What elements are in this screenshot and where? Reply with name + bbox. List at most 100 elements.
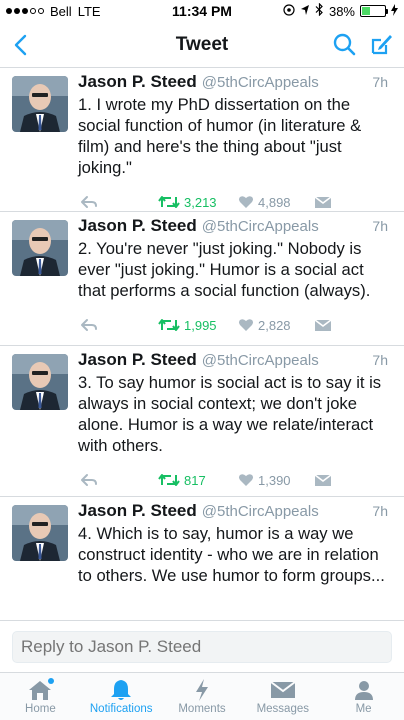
tweet-author-handle[interactable]: @5thCircAppeals — [202, 503, 319, 520]
retweet-icon — [158, 319, 180, 331]
direct-message-button[interactable] — [314, 473, 338, 487]
tweet-thread: Jason P. Steed @5thCircAppeals 7h 1. I w… — [0, 68, 404, 620]
person-icon — [350, 678, 378, 702]
heart-icon — [239, 196, 253, 208]
tweet[interactable]: Jason P. Steed @5thCircAppeals 7h 4. Whi… — [0, 497, 404, 620]
page-title: Tweet — [175, 33, 229, 55]
tweet[interactable]: Jason P. Steed @5thCircAppeals 7h 1. I w… — [0, 68, 404, 212]
reply-bar — [0, 620, 404, 672]
tab-label: Me — [355, 703, 372, 715]
tab-messages[interactable]: Messages — [242, 673, 323, 720]
tweet-text: 1. I wrote my PhD dissertation on the so… — [78, 95, 362, 177]
battery-icon — [360, 5, 388, 17]
network-type: LTE — [77, 3, 101, 19]
tweet-timestamp: 7h — [372, 74, 388, 90]
reply-icon — [81, 319, 97, 331]
tweet[interactable]: Jason P. Steed @5thCircAppeals 7h 2. You… — [0, 212, 404, 346]
retweet-count: 817 — [184, 472, 206, 488]
avatar[interactable] — [12, 220, 68, 276]
tweet-header: Jason P. Steed @5thCircAppeals 7h — [78, 350, 388, 372]
tab-moments[interactable]: Moments — [162, 673, 243, 720]
avatar[interactable] — [12, 354, 68, 410]
tweet-author-handle[interactable]: @5thCircAppeals — [202, 218, 319, 235]
tweet-author-name[interactable]: Jason P. Steed — [78, 501, 197, 521]
tab-label: Messages — [256, 703, 309, 715]
tweet-text: 2. You're never "just joking." Nobody is… — [78, 239, 371, 300]
charging-icon — [391, 3, 398, 19]
bluetooth-icon — [315, 2, 324, 19]
tweet-author-name[interactable]: Jason P. Steed — [78, 72, 197, 92]
tab-notifications[interactable]: Notifications — [81, 673, 162, 720]
tweet-header: Jason P. Steed @5thCircAppeals 7h — [78, 216, 388, 238]
like-button[interactable]: 4,898 — [238, 195, 314, 210]
envelope-icon — [314, 195, 332, 208]
home-new-indicator — [48, 678, 55, 684]
like-count: 2,828 — [258, 317, 291, 333]
bell-icon — [107, 678, 135, 702]
tab-bar: Home Notifications Moments Messages Me — [0, 672, 404, 720]
envelope-icon — [314, 318, 332, 331]
reply-icon — [81, 196, 97, 208]
chevron-left-icon — [14, 34, 27, 56]
tab-label: Notifications — [89, 703, 153, 715]
heart-icon — [239, 319, 253, 331]
status-bar: Bell LTE 11:34 PM 38% — [0, 0, 404, 22]
signal-strength-icon — [6, 8, 44, 14]
reply-button[interactable] — [78, 473, 158, 487]
tab-me[interactable]: Me — [323, 673, 404, 720]
like-button[interactable]: 1,390 — [238, 473, 314, 488]
battery-fill — [362, 7, 371, 15]
reply-input[interactable] — [12, 630, 392, 663]
retweet-button[interactable]: 3,213 — [158, 195, 238, 210]
envelope-icon — [314, 473, 332, 486]
envelope-icon — [269, 678, 297, 702]
navigation-arrow-icon — [300, 4, 310, 19]
tab-home[interactable]: Home — [0, 673, 81, 720]
direct-message-button[interactable] — [314, 195, 338, 209]
home-icon — [26, 678, 55, 702]
tweet-header: Jason P. Steed @5thCircAppeals 7h — [78, 501, 388, 523]
tweet-actions: 1,995 2,828 — [78, 307, 388, 343]
retweet-icon — [158, 196, 180, 208]
tweet-author-name[interactable]: Jason P. Steed — [78, 216, 197, 236]
tweet-author-handle[interactable]: @5thCircAppeals — [202, 74, 319, 91]
battery-percent: 38% — [328, 3, 355, 19]
retweet-count: 3,213 — [184, 194, 217, 210]
carrier-name: Bell — [50, 3, 72, 19]
retweet-button[interactable]: 1,995 — [158, 318, 238, 333]
avatar[interactable] — [12, 76, 68, 132]
reply-icon — [81, 474, 97, 486]
like-count: 4,898 — [258, 194, 291, 210]
search-icon[interactable] — [332, 32, 356, 56]
nav-actions — [332, 32, 394, 56]
navigation-bar: Tweet — [0, 22, 404, 68]
tab-label: Home — [25, 703, 56, 715]
retweet-icon — [158, 474, 180, 486]
tweet-text: 4. Which is to say, humor is a way we co… — [78, 524, 385, 585]
like-button[interactable]: 2,828 — [238, 318, 314, 333]
tab-label: Moments — [178, 703, 226, 715]
tweet-timestamp: 7h — [372, 352, 388, 368]
retweet-button[interactable]: 817 — [158, 473, 238, 488]
status-right: 38% — [283, 2, 398, 19]
tweet-header: Jason P. Steed @5thCircAppeals 7h — [78, 72, 388, 94]
tweet[interactable]: Jason P. Steed @5thCircAppeals 7h 3. To … — [0, 346, 404, 497]
status-left: Bell LTE — [6, 4, 101, 19]
compose-icon[interactable] — [370, 32, 394, 56]
location-icon — [283, 3, 295, 19]
tweet-author-name[interactable]: Jason P. Steed — [78, 350, 197, 370]
tweet-text: 3. To say humor is social act is to say … — [78, 373, 382, 455]
reply-button[interactable] — [78, 318, 158, 332]
tweet-author-handle[interactable]: @5thCircAppeals — [202, 352, 319, 369]
like-count: 1,390 — [258, 472, 291, 488]
reply-button[interactable] — [78, 195, 158, 209]
back-button[interactable] — [8, 30, 32, 60]
heart-icon — [239, 474, 253, 486]
retweet-count: 1,995 — [184, 317, 217, 333]
avatar[interactable] — [12, 505, 68, 561]
tweet-timestamp: 7h — [372, 218, 388, 234]
tweet-timestamp: 7h — [372, 503, 388, 519]
lightning-icon — [188, 678, 216, 702]
direct-message-button[interactable] — [314, 318, 338, 332]
tweet-actions: 817 1,390 — [78, 462, 388, 498]
